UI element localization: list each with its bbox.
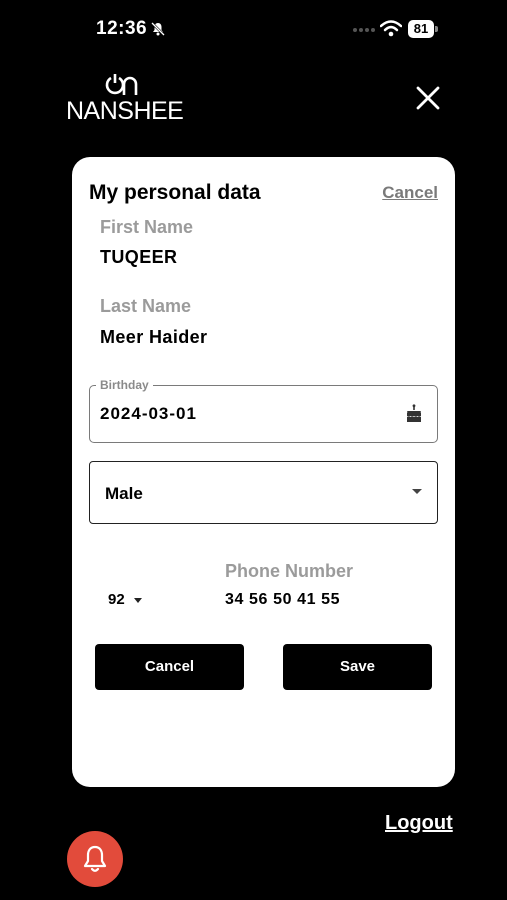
gender-value: Male <box>105 484 143 503</box>
last-name-label: Last Name <box>100 296 192 316</box>
brand-logo: NANSHEE <box>66 72 184 125</box>
country-code-value: 92 <box>108 591 125 608</box>
wifi-icon <box>380 20 402 37</box>
cancel-link[interactable]: Cancel <box>382 183 438 203</box>
cancel-button[interactable]: Cancel <box>95 644 244 690</box>
birthday-label: Birthday <box>96 378 153 392</box>
cake-icon[interactable] <box>404 404 424 424</box>
bell-icon <box>83 845 107 872</box>
personal-data-card: My personal data Cancel First Name TUQEE… <box>72 157 455 787</box>
birthday-value: 2024-03-01 <box>100 404 197 423</box>
battery-icon: 81 <box>408 20 438 38</box>
battery-cap <box>435 26 438 32</box>
chevron-down-icon <box>412 489 422 494</box>
gender-select[interactable]: Male <box>89 461 438 524</box>
power-on-logo-icon <box>105 74 138 95</box>
status-bar: 12:36 81 <box>0 0 507 60</box>
mute-icon <box>151 22 165 36</box>
first-name-value[interactable]: TUQEER <box>100 247 177 268</box>
caret-down-icon <box>134 598 142 603</box>
status-time: 12:36 <box>96 18 148 39</box>
phone-number-label: Phone Number <box>225 561 354 581</box>
notification-button[interactable] <box>67 831 123 887</box>
first-name-label: First Name <box>100 217 194 237</box>
save-button[interactable]: Save <box>283 644 432 690</box>
signal-dots-icon <box>353 28 375 32</box>
phone-number-value[interactable]: 34 56 50 41 55 <box>225 591 340 609</box>
card-title: My personal data <box>89 181 261 204</box>
birthday-field[interactable]: Birthday 2024-03-01 <box>89 378 438 443</box>
country-code-select[interactable]: 92 <box>108 589 150 611</box>
brand-name: NANSHEE <box>66 97 184 125</box>
close-icon[interactable] <box>414 84 442 112</box>
last-name-value[interactable]: Meer Haider <box>100 327 207 348</box>
logout-link[interactable]: Logout <box>385 812 453 835</box>
battery-level: 81 <box>408 20 434 38</box>
